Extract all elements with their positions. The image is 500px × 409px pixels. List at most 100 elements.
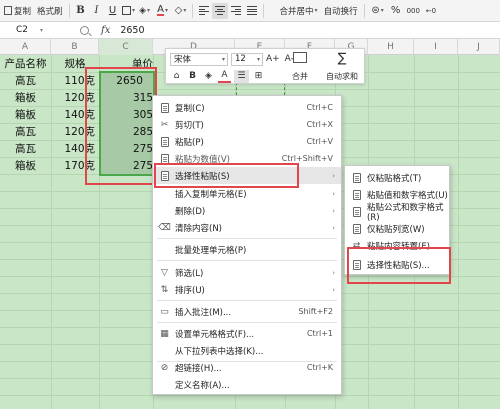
ribbon-toolbar: 复制 格式刷 B I U ▾ ◈ ▾ A ▾ ◇ ▾ 合并居中 ▾ 自动换行 ⊜ ▾ % …: [0, 0, 500, 22]
table-cell[interactable]: 高瓦: [0, 140, 51, 157]
chevron-down-icon: ▾: [221, 55, 225, 63]
chevron-right-icon: ›: [332, 268, 335, 277]
menu-item-copy[interactable]: 复制(C) Ctrl+C: [153, 99, 341, 116]
autosum-button[interactable]: ∑ 自动求和: [322, 52, 362, 82]
menu-divider: [157, 300, 337, 301]
copy-icon: [159, 102, 170, 113]
italic-button[interactable]: I: [89, 3, 105, 19]
font-color-button[interactable]: A: [218, 70, 231, 83]
justify-icon: [246, 6, 257, 15]
chevron-right-icon: ›: [332, 206, 335, 215]
column-header-i[interactable]: I: [414, 39, 458, 55]
fill-bucket-icon: ◈: [139, 5, 146, 16]
menu-item-hyperlink[interactable]: ⊘ 超链接(H)... Ctrl+K: [153, 359, 341, 376]
eraser-icon: ⌫: [158, 222, 171, 233]
percent-button[interactable]: %: [388, 3, 404, 19]
font-size-select[interactable]: 12 ▾: [231, 52, 263, 66]
formula-input[interactable]: 2650: [120, 25, 144, 36]
ribbon-divider: [68, 3, 70, 18]
scissors-icon: ✂: [160, 119, 169, 130]
menu-item-define-name[interactable]: 定义名称(A)...: [153, 376, 341, 393]
border-icon: [122, 6, 132, 15]
bold-button[interactable]: B: [186, 70, 199, 83]
formula-bar: C2 ▾ fx 2650: [0, 22, 500, 39]
table-cell[interactable]: 箱板: [0, 157, 51, 174]
currency-button[interactable]: ⊜ ▾: [368, 3, 388, 19]
paste-width-icon: [351, 223, 362, 234]
chevron-right-icon: ›: [332, 171, 335, 180]
menu-item-clear[interactable]: ⌫ 清除内容(N) ›: [153, 219, 341, 236]
thousands-button[interactable]: 000: [404, 2, 423, 20]
link-icon: ⊘: [160, 362, 169, 373]
align-center-button[interactable]: [211, 2, 228, 19]
menu-item-filter[interactable]: ▽ 筛选(L) ›: [153, 264, 341, 281]
menu-item-cut[interactable]: ✂ 剪切(T) Ctrl+X: [153, 116, 341, 133]
ribbon-divider: [191, 3, 193, 18]
align-right-button[interactable]: [228, 3, 244, 19]
merge-center-button[interactable]: 合并居中 ▾: [277, 2, 321, 20]
table-cell[interactable]: 高瓦: [0, 123, 51, 140]
eraser-icon: ◇: [174, 5, 183, 16]
chevron-right-icon: ›: [332, 189, 335, 198]
chevron-right-icon: ›: [332, 285, 335, 294]
fill-bucket-icon[interactable]: ◈: [202, 70, 215, 83]
name-box[interactable]: C2 ▾: [2, 23, 62, 38]
underline-button[interactable]: U: [105, 3, 121, 19]
menu-item-format-cells[interactable]: ▦ 设置单元格格式(F)... Ctrl+1: [153, 325, 341, 342]
clear-format-button[interactable]: ◇ ▾: [173, 3, 189, 19]
menu-divider: [157, 238, 337, 239]
menu-item-sort[interactable]: ⇅ 排序(U) ›: [153, 281, 341, 298]
table-cell[interactable]: 箱板: [0, 106, 51, 123]
fx-button[interactable]: fx: [101, 25, 110, 36]
align-center-icon: [214, 6, 225, 15]
menu-divider: [157, 322, 337, 323]
border-button[interactable]: ⊞: [252, 70, 265, 83]
column-header-a[interactable]: A: [0, 39, 51, 55]
currency-icon: ⊜: [371, 5, 380, 16]
font-color-icon: A: [157, 4, 164, 16]
align-right-icon: [230, 6, 241, 15]
border-button[interactable]: ▾: [121, 3, 137, 19]
column-header-h[interactable]: H: [368, 39, 414, 55]
paste-formula-icon: [351, 206, 362, 217]
merge-button[interactable]: 合并: [284, 52, 316, 82]
table-cell[interactable]: 箱板: [0, 89, 51, 106]
menu-item-insert-comment[interactable]: ▭ 插入批注(M)... Shift+F2: [153, 303, 341, 320]
copy-button[interactable]: 复制: [0, 2, 34, 20]
mini-toolbar: 宋体 ▾ 12 ▾ A+ A- ⌂ B ◈ A ☰ ⊞ 合并 ∑ 自动求和: [165, 48, 365, 84]
align-center-button[interactable]: ☰: [234, 69, 249, 83]
menu-item-paste[interactable]: 粘贴(P) Ctrl+V: [153, 133, 341, 150]
submenu-item-paste-column-width[interactable]: 仅粘贴列宽(W): [345, 220, 449, 237]
grow-font-button[interactable]: A+: [266, 53, 280, 66]
highlight-box: [85, 67, 157, 185]
bold-button[interactable]: B: [73, 3, 89, 19]
format-painter-button[interactable]: 格式刷: [34, 2, 66, 20]
increase-decimal-button[interactable]: ←0: [423, 3, 439, 19]
comment-icon: ▭: [160, 306, 169, 317]
fill-color-button[interactable]: ◈ ▾: [137, 3, 153, 19]
header-cell-product[interactable]: 产品名称: [0, 55, 51, 72]
align-left-icon: [198, 6, 209, 15]
submenu-item-paste-formula-numbers[interactable]: 粘贴公式和数字格式(R): [345, 203, 449, 223]
format-painter-icon[interactable]: ⌂: [170, 70, 183, 83]
font-family-select[interactable]: 宋体 ▾: [170, 52, 228, 66]
column-header-b[interactable]: B: [51, 39, 99, 55]
menu-divider: [157, 260, 337, 261]
table-cell[interactable]: 高瓦: [0, 72, 51, 89]
search-icon[interactable]: [80, 25, 89, 35]
align-left-button[interactable]: [196, 3, 212, 19]
sort-icon: ⇅: [160, 284, 169, 295]
column-header-c[interactable]: C: [99, 39, 153, 55]
menu-item-delete[interactable]: 删除(D) ›: [153, 202, 341, 219]
menu-item-batch[interactable]: 批量处理单元格(P): [153, 241, 341, 258]
ribbon-divider: [363, 3, 365, 18]
menu-item-dropdown-pick[interactable]: 从下拉列表中选择(K)...: [153, 342, 341, 359]
wrap-text-button[interactable]: 自动换行: [321, 2, 361, 20]
justify-button[interactable]: [244, 3, 260, 19]
font-color-button[interactable]: A ▾: [153, 3, 173, 19]
column-header-j[interactable]: J: [458, 39, 500, 55]
chevron-down-icon: ▾: [40, 26, 44, 34]
paste-format-icon: [351, 172, 362, 183]
submenu-item-paste-format[interactable]: 仅粘贴格式(T): [345, 169, 449, 186]
chevron-down-icon: ▾: [256, 55, 260, 63]
